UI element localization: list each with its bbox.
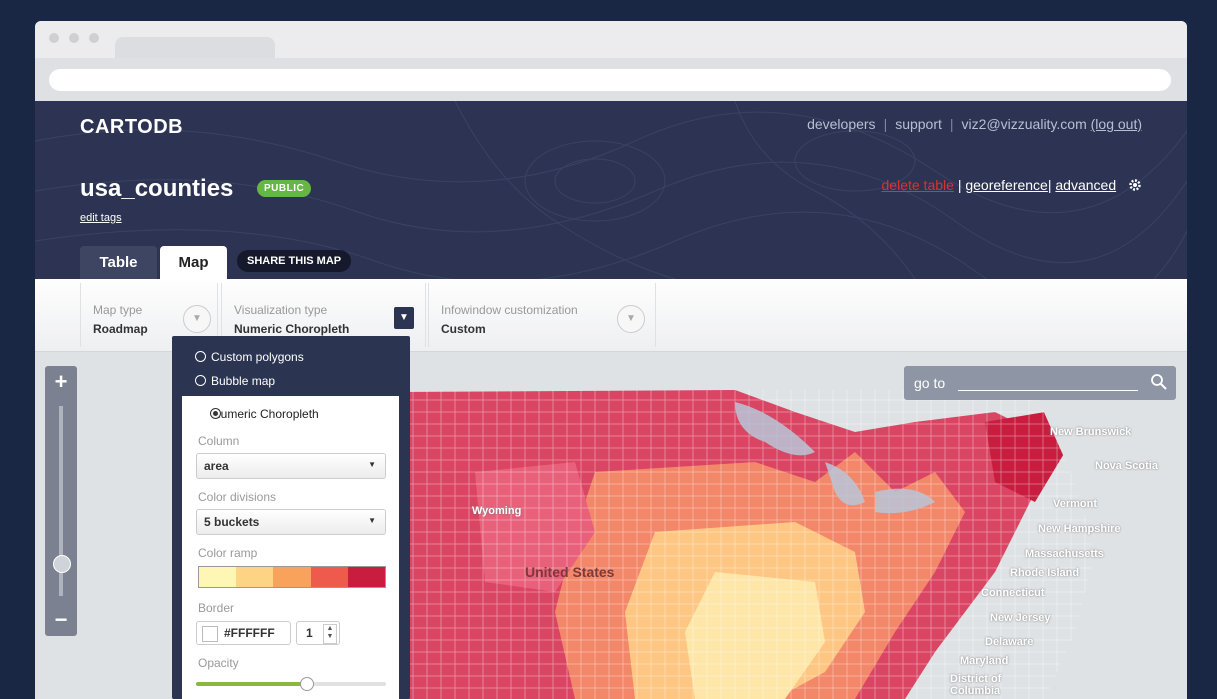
support-link[interactable]: support [895,116,942,132]
option-label: Bubble map [211,374,276,388]
chevron-down-icon: ▼ [368,460,376,469]
developers-link[interactable]: developers [807,116,876,132]
ramp-swatch [273,567,311,587]
zoom-slider-handle[interactable] [53,555,71,573]
border-color-value: #FFFFFF [224,626,275,640]
viz-type-label: Visualization type [234,303,328,317]
browser-tab[interactable] [115,37,275,59]
advanced-link[interactable]: advanced [1055,177,1116,193]
address-bar[interactable] [49,69,1171,91]
cartodb-logo[interactable]: CARTODB [80,116,183,139]
separator: | [949,116,954,132]
ramp-swatch [347,567,386,587]
map-type-value: Roadmap [93,322,148,336]
color-swatch[interactable] [202,626,218,642]
opacity-slider[interactable] [196,677,386,691]
top-links: developers | support | viz2@vizzuality.com (… [807,116,1142,132]
divisions-label: Color divisions [198,490,277,504]
column-select[interactable]: area ▼ [196,453,386,479]
logout-link[interactable]: (log out) [1091,116,1142,132]
share-map-button[interactable]: SHARE THIS MAP [237,250,352,272]
stepper-arrows-icon[interactable]: ▲ ▼ [323,624,337,644]
ramp-label: Color ramp [198,546,258,560]
map-place-label: Vermont [1053,498,1098,510]
border-width-value: 1 [306,626,313,640]
infowindow-selector[interactable]: Infowindow customization Custom ▼ [428,283,656,347]
zoom-control: + − [45,366,77,636]
separator: | [957,177,962,193]
column-label: Column [198,434,240,448]
map-place-label: New Jersey [990,612,1051,624]
zoom-out-icon[interactable]: − [45,606,77,634]
border-color-input[interactable]: #FFFFFF [196,621,291,645]
option-numeric-choropleth[interactable]: Numeric Choropleth [196,407,319,421]
choropleth-settings: Numeric Choropleth Column area ▼ Color di… [182,396,399,699]
map-place-label: Delaware [985,636,1034,648]
gear-icon[interactable] [1128,178,1142,192]
option-custom-polygons[interactable]: Custom polygons [195,350,304,364]
radio-icon[interactable] [195,351,206,362]
app-area: CARTODB developers | support | viz2@vizzuali… [35,101,1187,699]
map-type-label: Map type [93,303,143,317]
divisions-value: 5 buckets [204,515,260,529]
opacity-fill [196,682,307,686]
goto-search[interactable]: go to [904,366,1176,400]
edit-tags-link[interactable]: edit tags [80,212,122,224]
georeference-link[interactable]: georeference [965,177,1048,193]
separator: | [1047,177,1052,193]
option-bubble-map[interactable]: Bubble map [195,374,275,388]
tab-table[interactable]: Table [80,246,157,279]
map-place-label: Connecticut [981,587,1045,599]
map-place-label: New Brunswick [1050,426,1132,438]
table-actions: delete table | georeference| advanced [882,177,1142,193]
chevron-down-icon: ▼ [368,516,376,525]
map-place-label: New Hampshire [1038,523,1121,535]
divisions-select[interactable]: 5 buckets ▼ [196,509,386,535]
border-width-stepper[interactable]: 1 ▲ ▼ [296,621,340,645]
viz-type-value: Numeric Choropleth [234,322,350,336]
map-place-label: Maryland [960,655,1009,667]
browser-window: CARTODB developers | support | viz2@vizzuali… [35,21,1187,699]
opacity-handle[interactable] [300,677,315,691]
zoom-in-icon[interactable]: + [45,368,77,396]
window-close-dot[interactable] [49,33,59,43]
option-label: Custom polygons [211,350,304,364]
radio-selected-icon[interactable] [210,408,221,419]
search-icon[interactable] [1150,373,1168,391]
ramp-swatch [199,567,237,587]
tab-map[interactable]: Map [160,246,227,279]
map-country-label: United States [525,564,615,580]
goto-input-line[interactable] [958,390,1138,391]
window-minimize-dot[interactable] [69,33,79,43]
map-place-label: Massachusetts [1025,548,1104,560]
delete-table-link[interactable]: delete table [882,177,954,193]
ramp-swatch [310,567,348,587]
map-place-label: Wyoming [472,505,522,517]
column-value: area [204,459,229,473]
chevron-down-icon[interactable]: ▼ [617,305,645,333]
chevron-down-icon[interactable]: ▼ [394,307,414,329]
ramp-swatch [236,567,274,587]
border-label: Border [198,601,235,615]
infowindow-value: Custom [441,322,486,336]
browser-chrome [35,21,1187,101]
option-label: Numeric Choropleth [212,407,319,421]
opacity-label: Opacity [198,656,239,670]
window-maximize-dot[interactable] [89,33,99,43]
table-name: usa_counties [80,175,234,202]
goto-placeholder: go to [914,375,946,391]
map-place-label: Rhode Island [1010,567,1080,579]
privacy-badge[interactable]: PUBLIC [257,180,312,197]
chevron-down-icon[interactable]: ▼ [183,305,211,333]
separator: | [883,116,888,132]
radio-icon[interactable] [195,375,206,386]
color-ramp-picker[interactable] [198,566,386,588]
user-email: viz2@vizzuality.com [961,116,1087,132]
infowindow-label: Infowindow customization [441,303,578,317]
app-header: CARTODB developers | support | viz2@vizzuali… [35,101,1187,279]
map-place-label: Nova Scotia [1095,460,1158,472]
map-place-label: District of Columbia [950,673,1002,697]
visualization-dropdown: Custom polygons Bubble map Numeric Choro… [172,336,410,699]
